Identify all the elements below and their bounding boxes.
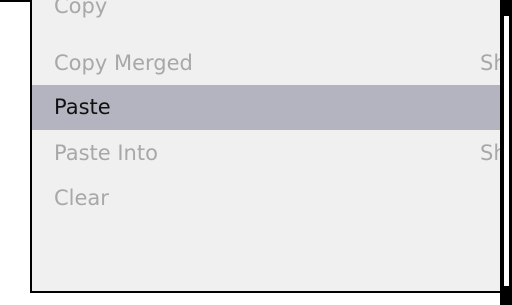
menu-item-copy[interactable]: Copy <box>32 0 502 29</box>
menu-item-label: Paste Into <box>54 141 158 165</box>
menu-item-copy-merged[interactable]: Copy Merged Shi <box>32 41 512 86</box>
menu-item-label: Copy <box>54 0 108 18</box>
menu-item-paste[interactable]: Paste <box>32 85 502 130</box>
menu-item-label: Copy Merged <box>54 51 193 75</box>
edit-context-menu: Copy Copy Merged Shi Paste Paste Into Sh… <box>30 0 512 293</box>
menu-item-label: Clear <box>54 186 109 210</box>
menu-item-clear[interactable]: Clear <box>32 176 502 221</box>
menu-item-paste-into[interactable]: Paste Into Sh <box>32 131 507 176</box>
menu-item-label: Paste <box>54 95 111 119</box>
right-edge-bar <box>500 0 512 305</box>
right-edge-highlight <box>504 16 509 286</box>
screenshot-frame: Copy Copy Merged Shi Paste Paste Into Sh… <box>0 0 512 305</box>
bottom-border <box>30 291 512 293</box>
